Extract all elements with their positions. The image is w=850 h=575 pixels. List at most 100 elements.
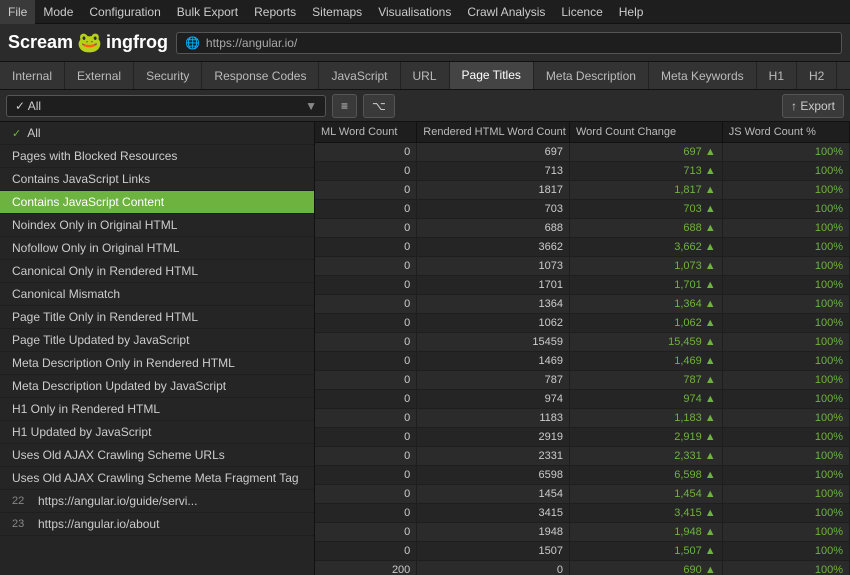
table-row[interactable]: 017011,701 ▲100% xyxy=(315,276,850,295)
filter-h1-js[interactable]: H1 Updated by JavaScript xyxy=(0,421,314,444)
table-row[interactable]: 011831,183 ▲100% xyxy=(315,409,850,428)
cell-js-pct: 100% xyxy=(722,466,849,485)
cell-ml: 0 xyxy=(315,390,417,409)
cell-js-pct: 100% xyxy=(722,390,849,409)
toolbar: ✓ All ▼ ≡ ⌥ ↑ Export xyxy=(0,90,850,122)
cell-change: 15,459 ▲ xyxy=(570,333,723,352)
menu-file[interactable]: File xyxy=(0,0,35,24)
table-row[interactable]: 019481,948 ▲100% xyxy=(315,523,850,542)
cell-ml: 0 xyxy=(315,485,417,504)
col-header-js[interactable]: JS Word Count % xyxy=(722,122,849,143)
list-view-button[interactable]: ≡ xyxy=(332,94,357,118)
table-row[interactable]: 018171,817 ▲100% xyxy=(315,181,850,200)
table-row[interactable]: 014691,469 ▲100% xyxy=(315,352,850,371)
table-row[interactable]: 014541,454 ▲100% xyxy=(315,485,850,504)
filter-url-22[interactable]: 22 https://angular.io/guide/servi... xyxy=(0,490,314,513)
menu-sitemaps[interactable]: Sitemaps xyxy=(304,0,370,24)
table-row[interactable]: 0697697 ▲100% xyxy=(315,143,850,162)
filter-js-links[interactable]: Contains JavaScript Links xyxy=(0,168,314,191)
filter-ajax-urls[interactable]: Uses Old AJAX Crawling Scheme URLs xyxy=(0,444,314,467)
menu-licence[interactable]: Licence xyxy=(553,0,610,24)
tab-url[interactable]: URL xyxy=(401,62,450,90)
filter-ajax-meta[interactable]: Uses Old AJAX Crawling Scheme Meta Fragm… xyxy=(0,467,314,490)
filter-meta-desc-js[interactable]: Meta Description Updated by JavaScript xyxy=(0,375,314,398)
menu-visualisations[interactable]: Visualisations xyxy=(370,0,459,24)
table-row[interactable]: 029192,919 ▲100% xyxy=(315,428,850,447)
table-row[interactable]: 034153,415 ▲100% xyxy=(315,504,850,523)
col-header-rendered[interactable]: Rendered HTML Word Count xyxy=(417,122,570,143)
menu-help[interactable]: Help xyxy=(611,0,652,24)
cell-rendered: 2331 xyxy=(417,447,570,466)
cell-js-pct: 100% xyxy=(722,257,849,276)
cell-js-pct: 100% xyxy=(722,504,849,523)
col-header-change[interactable]: Word Count Change xyxy=(570,122,723,143)
table-row[interactable]: 010621,062 ▲100% xyxy=(315,314,850,333)
table-row[interactable]: 0688688 ▲100% xyxy=(315,219,850,238)
tab-content[interactable]: Content xyxy=(837,62,850,90)
table-row[interactable]: 023312,331 ▲100% xyxy=(315,447,850,466)
filter-all[interactable]: ✓ All xyxy=(0,122,314,145)
tab-h1[interactable]: H1 xyxy=(757,62,797,90)
cell-rendered: 3415 xyxy=(417,504,570,523)
table-row[interactable]: 0703703 ▲100% xyxy=(315,200,850,219)
cell-rendered: 787 xyxy=(417,371,570,390)
cell-rendered: 1454 xyxy=(417,485,570,504)
tab-meta-keywords[interactable]: Meta Keywords xyxy=(649,62,757,90)
menu-crawl-analysis[interactable]: Crawl Analysis xyxy=(459,0,553,24)
col-header-ml[interactable]: ML Word Count xyxy=(315,122,417,143)
table-row[interactable]: 2000690 ▲100% xyxy=(315,561,850,575)
filter-js-content[interactable]: Contains JavaScript Content xyxy=(0,191,314,214)
filter-nofollow-html[interactable]: Nofollow Only in Original HTML xyxy=(0,237,314,260)
menu-mode[interactable]: Mode xyxy=(35,0,81,24)
table-row[interactable]: 01545915,459 ▲100% xyxy=(315,333,850,352)
cell-change: 1,073 ▲ xyxy=(570,257,723,276)
menu-configuration[interactable]: Configuration xyxy=(81,0,168,24)
filter-canonical-mismatch[interactable]: Canonical Mismatch xyxy=(0,283,314,306)
table-row[interactable]: 0787787 ▲100% xyxy=(315,371,850,390)
cell-rendered: 6598 xyxy=(417,466,570,485)
table-row[interactable]: 0974974 ▲100% xyxy=(315,390,850,409)
filter-meta-desc-rendered[interactable]: Meta Description Only in Rendered HTML xyxy=(0,352,314,375)
table-row[interactable]: 0713713 ▲100% xyxy=(315,162,850,181)
table-row[interactable]: 013641,364 ▲100% xyxy=(315,295,850,314)
tab-external[interactable]: External xyxy=(65,62,134,90)
logo-ingfrog: ingfrog xyxy=(106,32,168,53)
url-bar[interactable]: 🌐 https://angular.io/ xyxy=(176,32,842,54)
filter-dropdown[interactable]: ✓ All ▼ xyxy=(6,95,326,117)
menu-bulk-export[interactable]: Bulk Export xyxy=(169,0,246,24)
filter-canonical-rendered[interactable]: Canonical Only in Rendered HTML xyxy=(0,260,314,283)
tab-meta-description[interactable]: Meta Description xyxy=(534,62,649,90)
cell-ml: 0 xyxy=(315,238,417,257)
dropdown-arrow-icon: ▼ xyxy=(305,99,317,113)
filter-page-title-rendered[interactable]: Page Title Only in Rendered HTML xyxy=(0,306,314,329)
export-button[interactable]: ↑ Export xyxy=(782,94,844,118)
cell-ml: 0 xyxy=(315,219,417,238)
cell-ml: 0 xyxy=(315,542,417,561)
tree-view-button[interactable]: ⌥ xyxy=(363,94,395,118)
tab-h2[interactable]: H2 xyxy=(797,62,837,90)
cell-rendered: 974 xyxy=(417,390,570,409)
filter-blocked-resources[interactable]: Pages with Blocked Resources xyxy=(0,145,314,168)
tab-javascript[interactable]: JavaScript xyxy=(319,62,400,90)
cell-js-pct: 100% xyxy=(722,428,849,447)
table-row[interactable]: 015071,507 ▲100% xyxy=(315,542,850,561)
table-row[interactable]: 010731,073 ▲100% xyxy=(315,257,850,276)
table-row[interactable]: 036623,662 ▲100% xyxy=(315,238,850,257)
cell-js-pct: 100% xyxy=(722,295,849,314)
menu-bar: File Mode Configuration Bulk Export Repo… xyxy=(0,0,850,24)
tab-response-codes[interactable]: Response Codes xyxy=(202,62,319,90)
cell-ml: 0 xyxy=(315,181,417,200)
tab-security[interactable]: Security xyxy=(134,62,202,90)
menu-reports[interactable]: Reports xyxy=(246,0,304,24)
tab-page-titles[interactable]: Page Titles xyxy=(450,62,534,90)
cell-change: 713 ▲ xyxy=(570,162,723,181)
table-row[interactable]: 065986,598 ▲100% xyxy=(315,466,850,485)
filter-item-label: Pages with Blocked Resources xyxy=(12,149,177,163)
filter-page-title-js[interactable]: Page Title Updated by JavaScript xyxy=(0,329,314,352)
filter-item-label: https://angular.io/about xyxy=(38,517,159,531)
tab-internal[interactable]: Internal xyxy=(0,62,65,90)
filter-url-23[interactable]: 23 https://angular.io/about xyxy=(0,513,314,536)
filter-noindex-html[interactable]: Noindex Only in Original HTML xyxy=(0,214,314,237)
cell-rendered: 1817 xyxy=(417,181,570,200)
filter-h1-rendered[interactable]: H1 Only in Rendered HTML xyxy=(0,398,314,421)
